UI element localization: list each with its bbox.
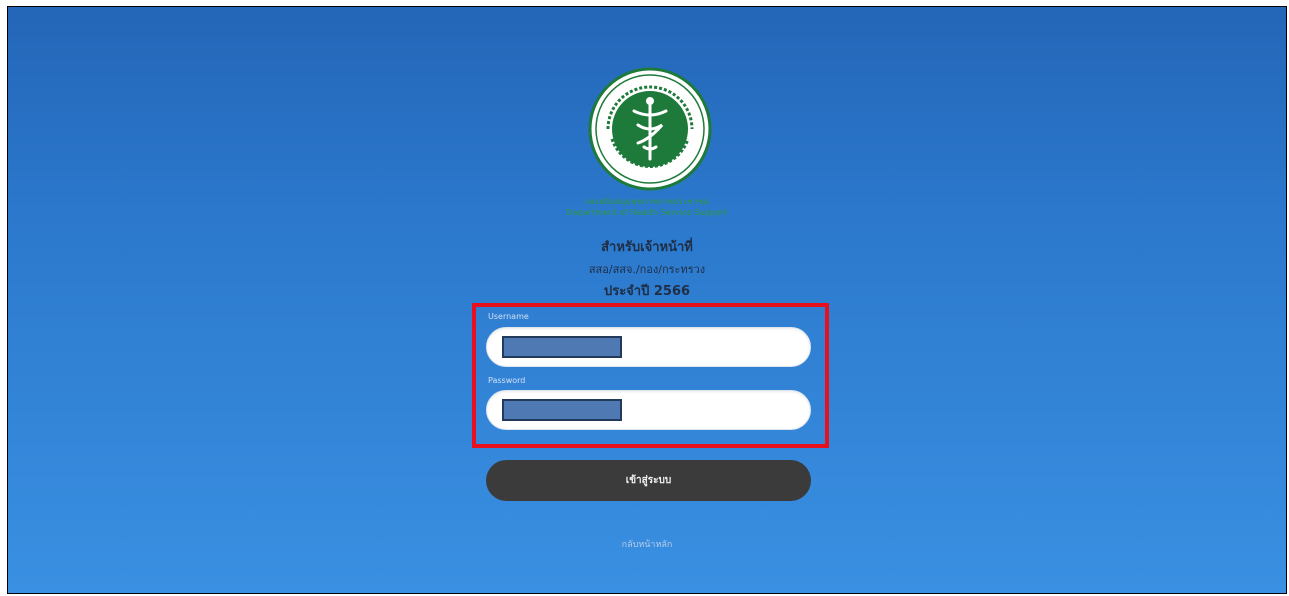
- username-label: Username: [488, 312, 529, 321]
- department-name-thai: กองสนับสนุนสุขภาพภาคประชาชน: [584, 197, 710, 206]
- password-input[interactable]: [486, 390, 811, 430]
- login-button[interactable]: เข้าสู่ระบบ: [486, 460, 811, 501]
- ministry-seal-logo: [588, 67, 712, 191]
- heading-line-2: สสอ/สสจ./กอง/กระทรวง: [588, 263, 706, 276]
- heading-line-3: ประจำปี 2566: [603, 284, 691, 299]
- redacted-username: [502, 336, 622, 358]
- redacted-password: [502, 399, 622, 421]
- username-input[interactable]: [486, 327, 811, 367]
- password-label: Password: [488, 376, 526, 385]
- back-to-home-link[interactable]: กลับหน้าหลัก: [8, 537, 1286, 551]
- department-name-english: Department of Health Service Support: [566, 208, 728, 217]
- heading-line-1: สำหรับเจ้าหน้าที่: [601, 240, 693, 255]
- login-page: กองสนับสนุนสุขภาพภาคประชาชน Department o…: [7, 6, 1287, 594]
